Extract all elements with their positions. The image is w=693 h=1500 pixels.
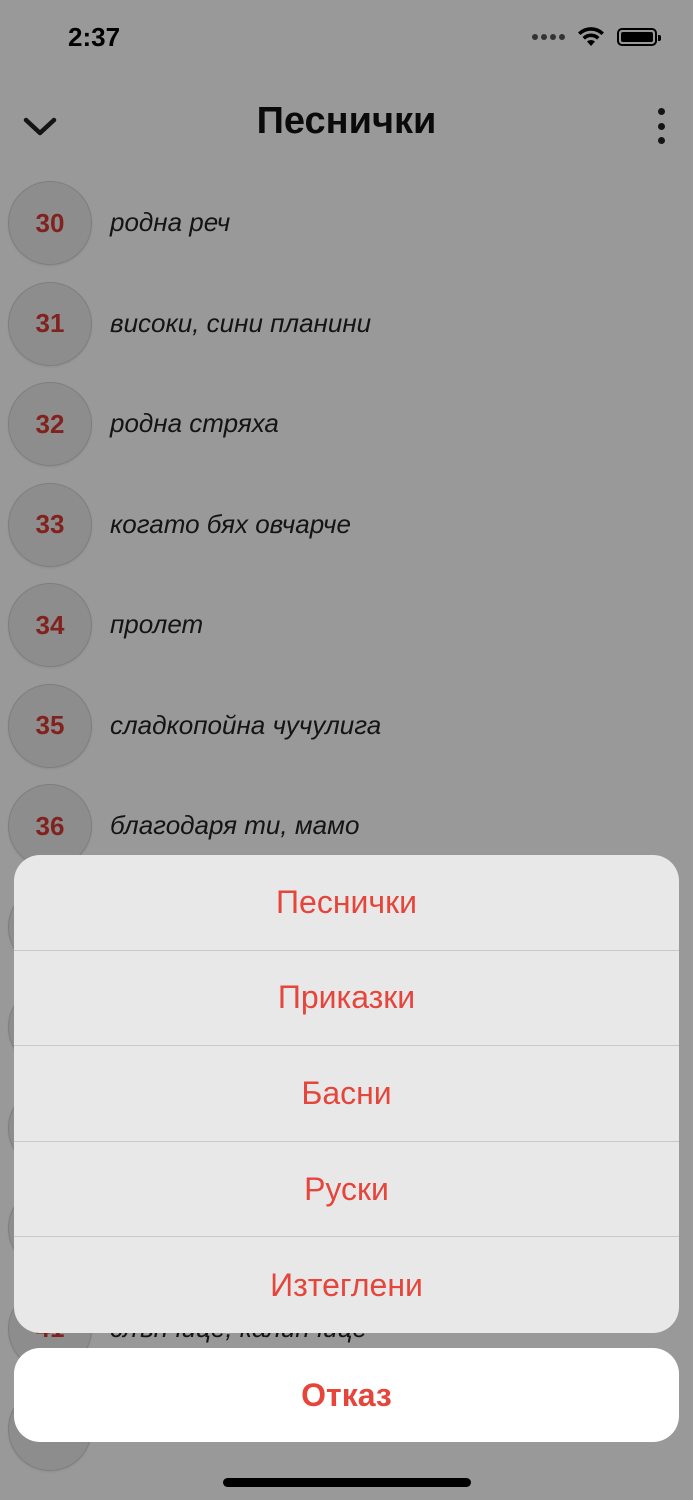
action-sheet: Песнички Приказки Басни Руски Изтеглени bbox=[14, 855, 679, 1333]
home-indicator bbox=[223, 1478, 471, 1487]
cancel-button[interactable]: Отказ bbox=[14, 1348, 679, 1442]
action-songs[interactable]: Песнички bbox=[14, 855, 679, 951]
action-stories[interactable]: Приказки bbox=[14, 951, 679, 1047]
action-russian[interactable]: Руски bbox=[14, 1142, 679, 1238]
action-fables[interactable]: Басни bbox=[14, 1046, 679, 1142]
action-downloaded[interactable]: Изтеглени bbox=[14, 1237, 679, 1333]
